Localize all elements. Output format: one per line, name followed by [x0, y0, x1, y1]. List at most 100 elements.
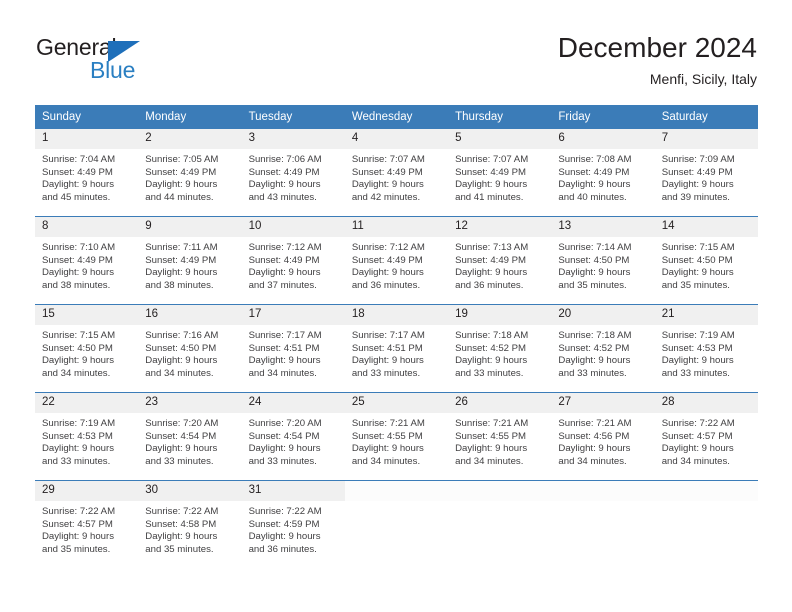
daylight-text-line2: and 34 minutes. — [351, 455, 421, 467]
day-number: 12 — [448, 217, 552, 237]
calendar-day-cell[interactable]: 18 Sunrise: 7:17 AM Sunset: 4:51 PM Dayl… — [344, 304, 449, 393]
day-info: Sunrise: 7:17 AM Sunset: 4:51 PM Dayligh… — [242, 325, 345, 380]
daylight-text-line2: and 33 minutes. — [351, 367, 421, 379]
day-number: 10 — [241, 217, 345, 237]
sunrise-text: Sunrise: 7:22 AM — [661, 418, 735, 429]
day-number: 23 — [138, 393, 242, 413]
day-number: 21 — [654, 305, 758, 325]
calendar-day-cell[interactable]: 31 Sunrise: 7:22 AM Sunset: 4:59 PM Dayl… — [241, 480, 345, 568]
daylight-text-line1: Daylight: 9 hours — [661, 267, 734, 279]
calendar-day-cell[interactable]: 29 Sunrise: 7:22 AM Sunset: 4:57 PM Dayl… — [35, 480, 139, 568]
daylight-text-line2: and 37 minutes. — [248, 279, 317, 291]
weekday-header-wednesday: Wednesday — [344, 105, 449, 129]
weekday-header-row: Sunday Monday Tuesday Wednesday Thursday… — [35, 105, 758, 129]
calendar-day-cell[interactable]: 21 Sunrise: 7:19 AM Sunset: 4:53 PM Dayl… — [654, 304, 758, 393]
calendar-day-cell[interactable]: 22 Sunrise: 7:19 AM Sunset: 4:53 PM Dayl… — [35, 392, 139, 481]
day-info: Sunrise: 7:21 AM Sunset: 4:55 PM Dayligh… — [448, 413, 551, 468]
daylight-text-line1: Daylight: 9 hours — [455, 267, 528, 279]
day-info: Sunrise: 7:20 AM Sunset: 4:54 PM Dayligh… — [242, 413, 345, 468]
sunrise-text: Sunrise: 7:10 AM — [42, 242, 116, 253]
sunrise-sunset-calendar-table: Sunday Monday Tuesday Wednesday Thursday… — [35, 105, 758, 568]
calendar-day-cell[interactable]: 11 Sunrise: 7:12 AM Sunset: 4:49 PM Dayl… — [344, 216, 449, 305]
day-info: Sunrise: 7:21 AM Sunset: 4:56 PM Dayligh… — [551, 413, 654, 468]
calendar-day-cell[interactable]: 9 Sunrise: 7:11 AM Sunset: 4:49 PM Dayli… — [138, 216, 242, 305]
day-info: Sunrise: 7:22 AM Sunset: 4:57 PM Dayligh… — [655, 413, 758, 468]
calendar-week-row: 15 Sunrise: 7:15 AM Sunset: 4:50 PM Dayl… — [35, 304, 758, 393]
weekday-header-saturday: Saturday — [654, 105, 758, 129]
calendar-day-cell[interactable]: 2 Sunrise: 7:05 AM Sunset: 4:49 PM Dayli… — [138, 128, 242, 217]
sunset-text: Sunset: 4:49 PM — [145, 166, 217, 178]
calendar-day-cell[interactable]: 13 Sunrise: 7:14 AM Sunset: 4:50 PM Dayl… — [551, 216, 655, 305]
day-number: 13 — [551, 217, 655, 237]
daylight-text-line1: Daylight: 9 hours — [455, 355, 528, 367]
daylight-text-line1: Daylight: 9 hours — [351, 267, 424, 279]
calendar-day-cell[interactable]: 27 Sunrise: 7:21 AM Sunset: 4:56 PM Dayl… — [551, 392, 655, 481]
calendar-day-cell[interactable]: 23 Sunrise: 7:20 AM Sunset: 4:54 PM Dayl… — [138, 392, 242, 481]
sunset-text: Sunset: 4:55 PM — [351, 430, 423, 442]
daylight-text-line2: and 33 minutes. — [145, 455, 214, 467]
calendar-day-cell[interactable]: 1 Sunrise: 7:04 AM Sunset: 4:49 PM Dayli… — [35, 128, 139, 217]
daylight-text-line1: Daylight: 9 hours — [248, 179, 321, 191]
calendar-day-cell[interactable]: 6 Sunrise: 7:08 AM Sunset: 4:49 PM Dayli… — [551, 128, 655, 217]
day-number: 28 — [654, 393, 758, 413]
sunset-text: Sunset: 4:49 PM — [455, 166, 527, 178]
sunset-text: Sunset: 4:50 PM — [145, 342, 217, 354]
sunset-text: Sunset: 4:53 PM — [661, 342, 733, 354]
calendar-header-row-group: Sunday Monday Tuesday Wednesday Thursday… — [35, 105, 758, 129]
calendar-day-cell[interactable]: 15 Sunrise: 7:15 AM Sunset: 4:50 PM Dayl… — [35, 304, 139, 393]
daylight-text-line1: Daylight: 9 hours — [145, 355, 218, 367]
calendar-day-cell-empty — [551, 480, 655, 568]
daylight-text-line1: Daylight: 9 hours — [145, 179, 218, 191]
sunset-text: Sunset: 4:57 PM — [661, 430, 733, 442]
calendar-day-cell[interactable]: 24 Sunrise: 7:20 AM Sunset: 4:54 PM Dayl… — [241, 392, 345, 481]
day-info: Sunrise: 7:13 AM Sunset: 4:49 PM Dayligh… — [448, 237, 551, 292]
calendar-day-cell[interactable]: 19 Sunrise: 7:18 AM Sunset: 4:52 PM Dayl… — [448, 304, 552, 393]
calendar-day-cell[interactable]: 4 Sunrise: 7:07 AM Sunset: 4:49 PM Dayli… — [344, 128, 449, 217]
sunset-text: Sunset: 4:49 PM — [455, 254, 527, 266]
sunset-text: Sunset: 4:58 PM — [145, 518, 217, 530]
calendar-day-cell[interactable]: 28 Sunrise: 7:22 AM Sunset: 4:57 PM Dayl… — [654, 392, 758, 481]
calendar-day-cell[interactable]: 30 Sunrise: 7:22 AM Sunset: 4:58 PM Dayl… — [138, 480, 242, 568]
day-number: 20 — [551, 305, 655, 325]
calendar-day-cell[interactable]: 17 Sunrise: 7:17 AM Sunset: 4:51 PM Dayl… — [241, 304, 345, 393]
sunrise-text: Sunrise: 7:20 AM — [145, 418, 219, 429]
weekday-header-monday: Monday — [138, 105, 242, 129]
calendar-day-cell[interactable]: 16 Sunrise: 7:16 AM Sunset: 4:50 PM Dayl… — [138, 304, 242, 393]
daylight-text-line2: and 36 minutes. — [248, 543, 317, 555]
daylight-text-line2: and 33 minutes. — [558, 367, 627, 379]
day-info: Sunrise: 7:19 AM Sunset: 4:53 PM Dayligh… — [655, 325, 758, 380]
general-blue-logo[interactable]: General Blue — [36, 36, 236, 88]
day-number: 18 — [344, 305, 449, 325]
daylight-text-line1: Daylight: 9 hours — [351, 443, 424, 455]
calendar-day-cell[interactable]: 26 Sunrise: 7:21 AM Sunset: 4:55 PM Dayl… — [448, 392, 552, 481]
calendar-day-cell[interactable]: 12 Sunrise: 7:13 AM Sunset: 4:49 PM Dayl… — [448, 216, 552, 305]
sunset-text: Sunset: 4:55 PM — [455, 430, 527, 442]
calendar-day-cell[interactable]: 3 Sunrise: 7:06 AM Sunset: 4:49 PM Dayli… — [241, 128, 345, 217]
day-number: 15 — [35, 305, 139, 325]
calendar-day-cell[interactable]: 25 Sunrise: 7:21 AM Sunset: 4:55 PM Dayl… — [344, 392, 449, 481]
day-number: 22 — [35, 393, 139, 413]
sunset-text: Sunset: 4:49 PM — [42, 166, 113, 178]
daylight-text-line2: and 39 minutes. — [661, 191, 730, 203]
sunset-text: Sunset: 4:54 PM — [145, 430, 217, 442]
daylight-text-line2: and 43 minutes. — [248, 191, 317, 203]
daylight-text-line2: and 33 minutes. — [42, 455, 111, 467]
daylight-text-line2: and 34 minutes. — [661, 455, 730, 467]
calendar-day-cell[interactable]: 14 Sunrise: 7:15 AM Sunset: 4:50 PM Dayl… — [654, 216, 758, 305]
sunset-text: Sunset: 4:50 PM — [558, 254, 630, 266]
calendar-day-cell[interactable]: 10 Sunrise: 7:12 AM Sunset: 4:49 PM Dayl… — [241, 216, 345, 305]
daylight-text-line1: Daylight: 9 hours — [248, 531, 321, 543]
page-header: General Blue December 2024 Menfi, Sicily… — [0, 0, 792, 100]
calendar-day-cell-empty — [344, 480, 449, 568]
daylight-text-line2: and 45 minutes. — [42, 191, 111, 203]
calendar-day-cell[interactable]: 20 Sunrise: 7:18 AM Sunset: 4:52 PM Dayl… — [551, 304, 655, 393]
calendar-day-cell[interactable]: 7 Sunrise: 7:09 AM Sunset: 4:49 PM Dayli… — [654, 128, 758, 217]
calendar-day-cell[interactable]: 5 Sunrise: 7:07 AM Sunset: 4:49 PM Dayli… — [448, 128, 552, 217]
calendar-day-cell[interactable]: 8 Sunrise: 7:10 AM Sunset: 4:49 PM Dayli… — [35, 216, 139, 305]
day-info: Sunrise: 7:12 AM Sunset: 4:49 PM Dayligh… — [345, 237, 448, 292]
daylight-text-line1: Daylight: 9 hours — [661, 355, 734, 367]
daylight-text-line1: Daylight: 9 hours — [42, 179, 114, 191]
day-number: 27 — [551, 393, 655, 413]
sunrise-text: Sunrise: 7:14 AM — [558, 242, 632, 253]
daylight-text-line2: and 36 minutes. — [455, 279, 524, 291]
